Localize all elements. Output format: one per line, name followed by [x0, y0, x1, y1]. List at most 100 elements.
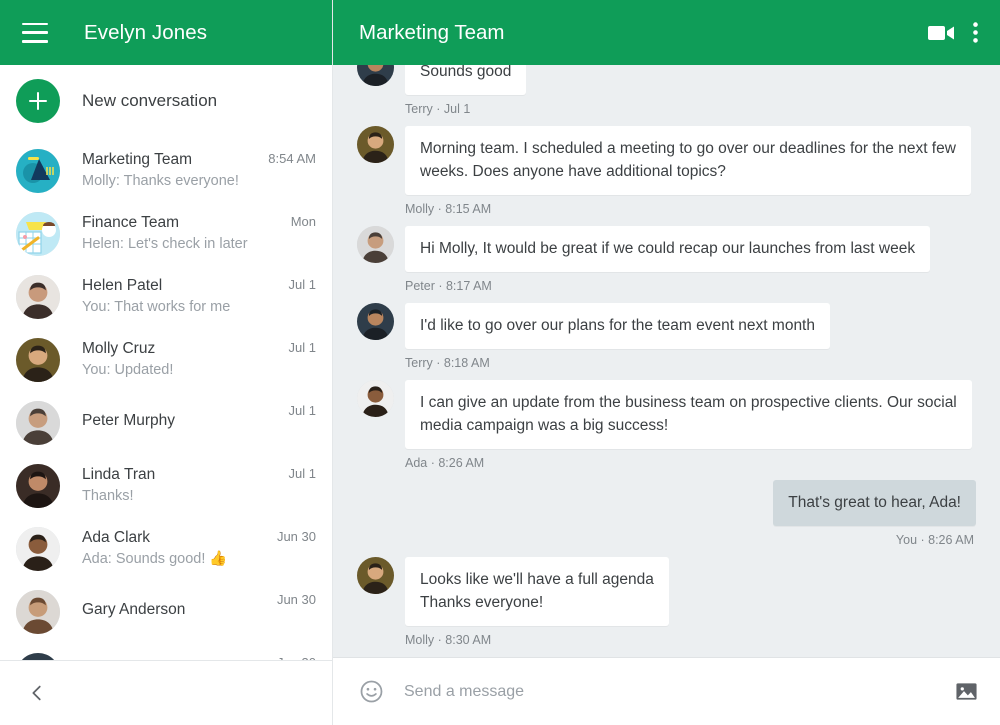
message-line: Sounds good — [420, 65, 511, 83]
page-title: Marketing Team — [359, 21, 910, 45]
avatar — [16, 590, 60, 634]
message-composer — [333, 657, 1000, 725]
message-row: Sounds good — [357, 65, 976, 95]
video-camera-icon[interactable] — [928, 23, 955, 43]
message-row: I can give an update from the business t… — [357, 380, 976, 449]
message-line: Looks like we'll have a full agenda — [420, 568, 654, 591]
conversation-name: Finance Team — [82, 213, 283, 232]
avatar — [16, 527, 60, 571]
conversation-preview: You: That works for me — [82, 297, 281, 317]
conversation-list-item[interactable]: Linda Tran Thanks! Jul 1 — [0, 452, 332, 515]
emoji-smiley-icon[interactable] — [359, 679, 384, 704]
message-line: Morning team. I scheduled a meeting to g… — [420, 137, 956, 160]
avatar — [16, 464, 60, 508]
avatar — [16, 212, 60, 256]
message-meta: Molly · 8:30 AM — [405, 633, 976, 648]
conversation-text: Finance Team Helen: Let's check in later — [82, 211, 283, 254]
conversation-text: Terry Wong — [82, 652, 269, 660]
image-attachment-icon[interactable] — [955, 680, 978, 703]
message-bubble-outgoing[interactable]: That's great to hear, Ada! — [773, 480, 976, 526]
avatar — [357, 65, 394, 86]
message-group: Sounds good Terry · Jul 1 — [357, 65, 976, 117]
search-input message-input[interactable] — [404, 683, 955, 701]
conversation-text: Ada Clark Ada: Sounds good! 👍 — [82, 526, 269, 569]
conversation-timestamp: Jul 1 — [289, 463, 316, 481]
chat-pane: Marketing Team Sounds good Terry · Jul 1 M… — [333, 0, 1000, 725]
message-row: Hi Molly, It would be great if we could … — [357, 226, 976, 272]
avatar — [357, 557, 394, 594]
message-row: Looks like we'll have a full agendaThank… — [357, 557, 976, 626]
conversation-text: Peter Murphy — [82, 400, 281, 430]
conversation-preview: Helen: Let's check in later — [82, 234, 283, 254]
chevron-left-icon[interactable] — [26, 682, 48, 704]
conversation-text: Helen Patel You: That works for me — [82, 274, 281, 317]
conversation-timestamp: Jun 30 — [277, 652, 316, 660]
conversation-timestamp: Jul 1 — [289, 274, 316, 292]
message-group: Looks like we'll have a full agendaThank… — [357, 557, 976, 648]
message-meta: Molly · 8:15 AM — [405, 202, 976, 217]
more-vertical-icon[interactable] — [973, 22, 978, 43]
conversation-timestamp: Jul 1 — [289, 400, 316, 418]
conversation-name: Marketing Team — [82, 150, 260, 169]
avatar — [16, 653, 60, 660]
messaging-app: Evelyn Jones New conversation Marketing … — [0, 0, 1000, 725]
sidebar-header: Evelyn Jones — [0, 0, 332, 65]
avatar — [16, 401, 60, 445]
message-bubble-incoming[interactable]: I'd like to go over our plans for the te… — [405, 303, 830, 349]
conversation-text: Linda Tran Thanks! — [82, 463, 281, 506]
message-bubble-incoming[interactable]: Morning team. I scheduled a meeting to g… — [405, 126, 971, 195]
avatar — [16, 275, 60, 319]
conversation-list-item[interactable]: Gary Anderson Jun 30 — [0, 578, 332, 641]
conversation-timestamp: Jun 30 — [277, 526, 316, 544]
message-meta: Ada · 8:26 AM — [405, 456, 976, 471]
message-group: Morning team. I scheduled a meeting to g… — [357, 126, 976, 217]
conversation-list-item[interactable]: Finance TeamHelen: Let's check in laterM… — [0, 200, 332, 263]
new-conversation-label: New conversation — [82, 91, 217, 111]
avatar — [357, 226, 394, 263]
conversation-name: Molly Cruz — [82, 339, 281, 358]
message-thread[interactable]: Sounds good Terry · Jul 1 Morning team. I … — [333, 65, 1000, 657]
conversation-preview: Ada: Sounds good! 👍 — [82, 549, 269, 569]
conversation-preview: Molly: Thanks everyone! — [82, 171, 260, 191]
message-bubble-incoming[interactable]: Looks like we'll have a full agendaThank… — [405, 557, 669, 626]
conversation-name: Helen Patel — [82, 276, 281, 295]
new-conversation-button[interactable]: New conversation — [0, 65, 332, 137]
avatar — [357, 303, 394, 340]
conversation-text: Marketing Team Molly: Thanks everyone! — [82, 148, 260, 191]
conversation-preview: Thanks! — [82, 486, 281, 506]
account-name: Evelyn Jones — [84, 21, 207, 45]
message-group: That's great to hear, Ada! You · 8:26 AM — [357, 480, 976, 557]
message-line: Hi Molly, It would be great if we could … — [420, 237, 915, 260]
conversation-list-item[interactable]: Peter Murphy Jul 1 — [0, 389, 332, 452]
avatar — [16, 338, 60, 382]
message-bubble-incoming[interactable]: Sounds good — [405, 65, 526, 95]
hamburger-menu-icon[interactable] — [22, 23, 48, 43]
conversation-name: Peter Murphy — [82, 411, 281, 430]
avatar — [357, 126, 394, 163]
conversation-name: Ada Clark — [82, 528, 269, 547]
message-line: I can give an update from the business t… — [420, 391, 957, 414]
conversation-name: Gary Anderson — [82, 600, 269, 619]
message-row: I'd like to go over our plans for the te… — [357, 303, 976, 349]
chat-header: Marketing Team — [333, 0, 1000, 65]
conversation-list-item[interactable]: Ada Clark Ada: Sounds good! 👍 Jun 30 — [0, 515, 332, 578]
conversation-list-item[interactable]: Molly CruzYou: Updated!Jul 1 — [0, 326, 332, 389]
conversation-timestamp: 8:54 AM — [268, 148, 316, 166]
conversation-name: Linda Tran — [82, 465, 281, 484]
conversation-list-item[interactable]: Marketing Team Molly: Thanks everyone! 8:5… — [0, 137, 332, 200]
message-bubble-incoming[interactable]: I can give an update from the business t… — [405, 380, 972, 449]
conversation-timestamp: Jun 30 — [277, 589, 316, 607]
conversation-text: Molly CruzYou: Updated! — [82, 337, 281, 380]
message-bubble-incoming[interactable]: Hi Molly, It would be great if we could … — [405, 226, 930, 272]
conversation-list[interactable]: New conversation Marketing Team Molly: Th… — [0, 65, 332, 660]
conversation-list-item[interactable]: Helen Patel You: That works for me Jul 1 — [0, 263, 332, 326]
message-meta: Terry · Jul 1 — [405, 102, 976, 117]
message-meta: Peter · 8:17 AM — [405, 279, 976, 294]
message-group: I can give an update from the business t… — [357, 380, 976, 471]
message-line: media campaign was a big success! — [420, 414, 957, 437]
message-row: Morning team. I scheduled a meeting to g… — [357, 126, 976, 195]
conversation-text: Gary Anderson — [82, 589, 269, 619]
message-meta: You · 8:26 AM — [896, 533, 974, 548]
message-line: weeks. Does anyone have additional topic… — [420, 160, 956, 183]
conversation-list-item[interactable]: Terry Wong Jun 30 — [0, 641, 332, 660]
